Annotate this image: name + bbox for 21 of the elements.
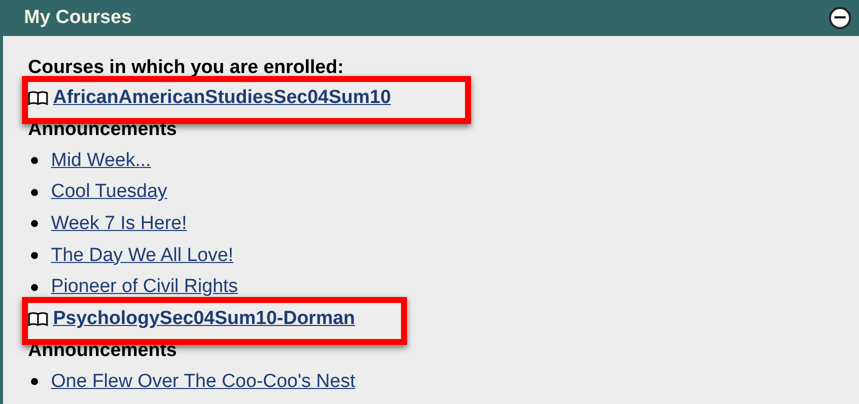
announcement-link[interactable]: One Flew Over The Coo-Coo's Nest [51,370,356,393]
course-link[interactable]: AfricanAmericanStudiesSec04Sum10 [53,87,391,109]
announcement-link[interactable]: Cool Tuesday [51,181,168,204]
bullet-icon [31,252,38,260]
book-icon [28,310,48,327]
bullet-icon [31,157,38,164]
announcement-link[interactable]: Mid Week... [51,150,151,172]
bullet-icon [31,220,38,228]
panel-title: My Courses [24,7,132,29]
announcements-heading: Announcements [28,118,178,142]
collapse-button[interactable]: − [829,7,851,29]
bullet-icon [31,378,38,386]
announcement-link[interactable]: Week 7 Is Here! [51,212,187,235]
book-icon [28,90,48,106]
announcement-link[interactable]: The Day We All Love! [51,244,234,267]
announcement-link[interactable]: Pioneer of Civil Rights [51,276,238,298]
course-link[interactable]: PsychologySec04Sum10-Dorman [53,308,356,330]
bullet-icon [31,284,38,291]
bullet-icon [31,188,38,196]
announcements-heading: Announcements [28,338,178,363]
section-heading: Courses in which you are enrolled: [28,56,345,80]
